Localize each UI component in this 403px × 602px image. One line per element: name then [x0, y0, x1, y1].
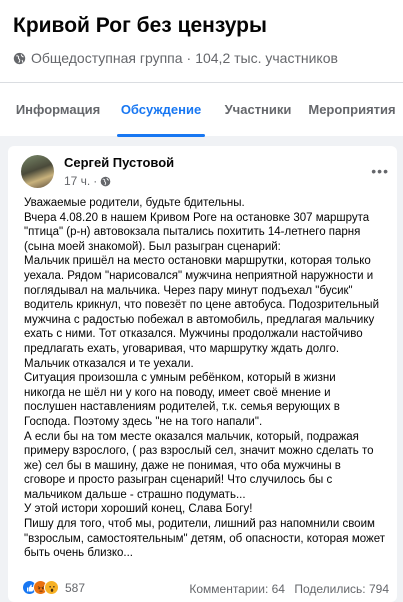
post-text-line: Ситуация произошла с умным ребёнком, кот… — [24, 372, 336, 385]
post-text-line: "птица" (р-н) автовокзала пытались похит… — [24, 226, 361, 239]
post-text-line: "взрослым, самостоятельным" детям, об оп… — [24, 532, 385, 545]
post-text-line: предлагать ехать, уговаривая, что маршру… — [24, 342, 340, 355]
tab-discussion[interactable]: Обсуждение — [117, 83, 205, 137]
share-count[interactable]: Поделились: 794 — [294, 582, 389, 596]
tab-members[interactable]: Участники — [219, 83, 297, 136]
post-text-line: сговоре и просто разыгран сценарий! Что … — [24, 474, 333, 487]
post-text-line: уехала. Рядом "нарисовался" мужчина непр… — [24, 269, 374, 282]
privacy-label: Общедоступная группа — [31, 50, 183, 66]
group-title[interactable]: Кривой Рог без цензуры — [13, 14, 267, 38]
post-text-line: У этой истори хороший конец, Слава Богу! — [24, 503, 253, 516]
post-text-line: примеру взрослого, ( раз взрослый сел, з… — [24, 445, 374, 458]
post-text-line: ехать с ними. Тот отказался. Мужчины про… — [24, 328, 363, 341]
post-author[interactable]: Сергей Пустовой — [64, 155, 174, 170]
post-text-line: поглядывал на мальчика. Через пару минут… — [24, 284, 353, 297]
post-card: Сергей Пустовой 17 ч. · ••• Уважаемые ро… — [8, 146, 397, 602]
post-text-line: послушен наставлениям родителей, т.к. се… — [24, 401, 340, 414]
post-text-line: Мальчик отказался и те уехали. — [24, 357, 194, 370]
globe-icon — [100, 176, 111, 186]
engagement-counts: Комментарии: 64 Поделились: 794 — [189, 582, 389, 596]
post-body: Уважаемые родители, будьте бдительны. Вч… — [24, 196, 392, 561]
post-text-line: (сына моей знакомой). Был разыгран сцена… — [24, 240, 281, 253]
post-text-line: Уважаемые родители, будьте бдительны. — [24, 197, 245, 209]
post-text-line: Вчера 4.08.20 в нашем Кривом Роге на ост… — [24, 211, 370, 224]
post-text-line: никогда не шёл ни у кого на поводу, имее… — [24, 386, 331, 399]
globe-icon — [13, 52, 26, 64]
wow-reaction-icon — [44, 580, 59, 595]
tab-info[interactable]: Информация — [13, 83, 103, 136]
member-count[interactable]: 104,2 тыс. участников — [195, 50, 338, 66]
post-footer: 587 Комментарии: 64 Поделились: 794 — [8, 574, 397, 602]
group-meta: Общедоступная группа · 104,2 тыс. участн… — [13, 50, 338, 66]
post-meta: 17 ч. · — [64, 174, 111, 188]
post-text-line: мужчина с радостью побежал в автомобиль,… — [24, 313, 375, 326]
reaction-count[interactable]: 587 — [65, 581, 85, 595]
more-options-icon[interactable]: ••• — [371, 164, 389, 178]
meta-separator: · — [186, 50, 192, 66]
post-text-line: мальчиком дальше - страшно подумать... — [24, 488, 246, 501]
comment-count[interactable]: Комментарии: 64 — [189, 582, 285, 596]
reactions-summary[interactable]: 587 — [22, 580, 85, 595]
post-time[interactable]: 17 ч. — [64, 174, 90, 188]
tab-events[interactable]: Мероприятия — [307, 83, 397, 136]
post-time-separator: · — [93, 174, 98, 188]
post-text-line: Пишу для того, чтоб мы, родители, лишний… — [24, 518, 375, 531]
post-text-line: Мальчик пришёл на место остановки маршру… — [24, 255, 371, 268]
post-text-line: Господа. Поэтому здесь "не на того напал… — [24, 415, 263, 428]
avatar[interactable] — [21, 155, 54, 188]
group-header: Кривой Рог без цензуры Общедоступная гру… — [0, 0, 403, 137]
post-text-line: же) сел бы в машину, даже не понимая, чт… — [24, 459, 341, 472]
group-tabs: Информация Обсуждение Участники Мероприя… — [0, 82, 403, 137]
post-text-line: А если бы на том месте оказался мальчик,… — [24, 430, 359, 443]
post-text-line: водитель крикнул, что повезёт по цене ав… — [24, 299, 379, 312]
post-text-line: быть очень близко... — [24, 547, 133, 560]
